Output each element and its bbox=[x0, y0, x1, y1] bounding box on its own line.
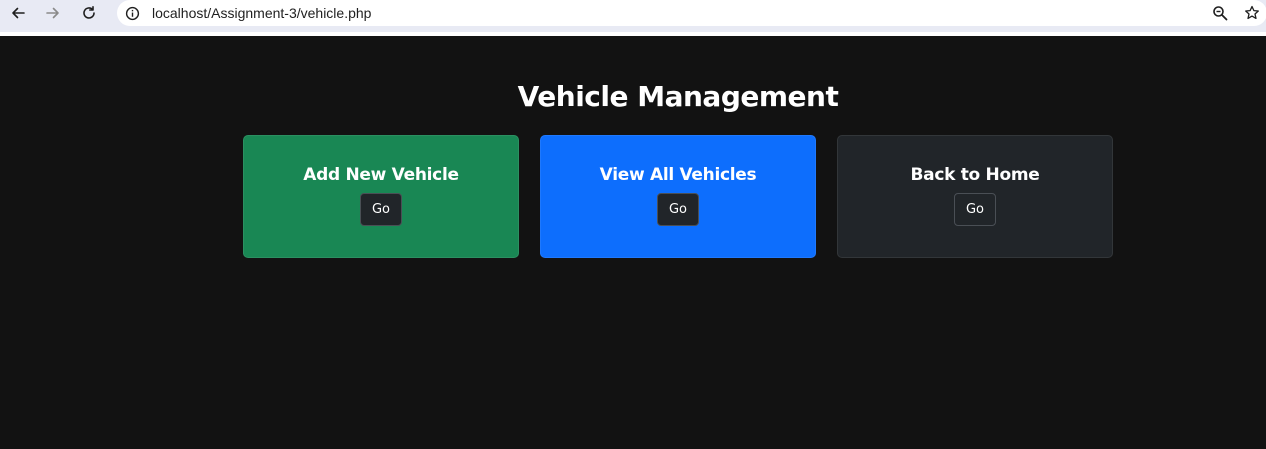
card-title: Back to Home bbox=[910, 165, 1040, 185]
zoom-icon[interactable] bbox=[1210, 3, 1230, 23]
forward-arrow-icon[interactable] bbox=[41, 0, 65, 26]
card-back-home: Back to Home Go bbox=[837, 135, 1113, 258]
browser-toolbar: localhost/Assignment-3/vehicle.php bbox=[0, 0, 1266, 32]
page-title: Vehicle Management bbox=[517, 80, 839, 113]
back-home-go-button[interactable]: Go bbox=[954, 193, 996, 226]
url-text[interactable]: localhost/Assignment-3/vehicle.php bbox=[152, 4, 371, 22]
view-vehicles-go-button[interactable]: Go bbox=[657, 193, 699, 226]
card-title: View All Vehicles bbox=[599, 165, 757, 185]
card-add-vehicle: Add New Vehicle Go bbox=[243, 135, 519, 258]
info-icon[interactable] bbox=[124, 5, 140, 21]
address-bar[interactable]: localhost/Assignment-3/vehicle.php bbox=[117, 0, 1266, 26]
bookmark-star-icon[interactable] bbox=[1242, 3, 1262, 23]
add-vehicle-go-button[interactable]: Go bbox=[360, 193, 402, 226]
back-arrow-icon[interactable] bbox=[6, 0, 30, 26]
reload-icon[interactable] bbox=[77, 0, 101, 26]
page-content: Vehicle Management Add New Vehicle Go Vi… bbox=[0, 36, 1266, 449]
card-title: Add New Vehicle bbox=[303, 165, 459, 185]
card-view-vehicles: View All Vehicles Go bbox=[540, 135, 816, 258]
